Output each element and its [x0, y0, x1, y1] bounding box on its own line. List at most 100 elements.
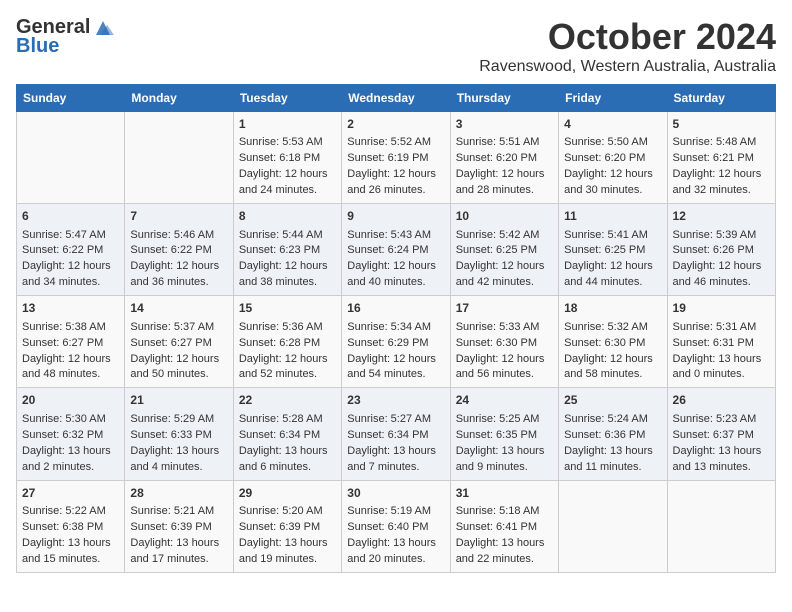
- daylight-text: Daylight: 12 hours and 38 minutes.: [239, 260, 328, 288]
- day-number: 30: [347, 485, 444, 502]
- calendar-cell: [125, 112, 233, 204]
- sunset-text: Sunset: 6:40 PM: [347, 521, 428, 533]
- day-number: 7: [130, 208, 227, 225]
- header-sunday: Sunday: [17, 85, 125, 112]
- sunrise-text: Sunrise: 5:46 AM: [130, 229, 214, 241]
- sunrise-text: Sunrise: 5:31 AM: [673, 321, 757, 333]
- daylight-text: Daylight: 13 hours and 7 minutes.: [347, 445, 436, 473]
- calendar-cell: 14Sunrise: 5:37 AMSunset: 6:27 PMDayligh…: [125, 296, 233, 388]
- sunset-text: Sunset: 6:30 PM: [564, 337, 645, 349]
- sunrise-text: Sunrise: 5:39 AM: [673, 229, 757, 241]
- calendar-cell: 23Sunrise: 5:27 AMSunset: 6:34 PMDayligh…: [342, 388, 450, 480]
- daylight-text: Daylight: 13 hours and 17 minutes.: [130, 537, 219, 565]
- sunset-text: Sunset: 6:26 PM: [673, 244, 754, 256]
- sunset-text: Sunset: 6:24 PM: [347, 244, 428, 256]
- daylight-text: Daylight: 12 hours and 32 minutes.: [673, 168, 762, 196]
- daylight-text: Daylight: 13 hours and 6 minutes.: [239, 445, 328, 473]
- sunrise-text: Sunrise: 5:29 AM: [130, 413, 214, 425]
- day-number: 4: [564, 116, 661, 133]
- sunrise-text: Sunrise: 5:38 AM: [22, 321, 106, 333]
- calendar-cell: 10Sunrise: 5:42 AMSunset: 6:25 PMDayligh…: [450, 204, 558, 296]
- logo-blue-text: Blue: [16, 35, 59, 58]
- calendar-cell: 29Sunrise: 5:20 AMSunset: 6:39 PMDayligh…: [233, 480, 341, 572]
- day-number: 26: [673, 392, 770, 409]
- sunrise-text: Sunrise: 5:32 AM: [564, 321, 648, 333]
- page-header: General Blue October 2024 Ravenswood, We…: [16, 16, 776, 76]
- day-number: 8: [239, 208, 336, 225]
- day-number: 24: [456, 392, 553, 409]
- title-area: October 2024 Ravenswood, Western Austral…: [479, 16, 776, 76]
- daylight-text: Daylight: 12 hours and 30 minutes.: [564, 168, 653, 196]
- sunset-text: Sunset: 6:22 PM: [130, 244, 211, 256]
- daylight-text: Daylight: 13 hours and 11 minutes.: [564, 445, 653, 473]
- daylight-text: Daylight: 13 hours and 4 minutes.: [130, 445, 219, 473]
- day-number: 1: [239, 116, 336, 133]
- calendar-cell: 8Sunrise: 5:44 AMSunset: 6:23 PMDaylight…: [233, 204, 341, 296]
- daylight-text: Daylight: 12 hours and 44 minutes.: [564, 260, 653, 288]
- day-number: 12: [673, 208, 770, 225]
- day-number: 2: [347, 116, 444, 133]
- sunset-text: Sunset: 6:28 PM: [239, 337, 320, 349]
- daylight-text: Daylight: 13 hours and 9 minutes.: [456, 445, 545, 473]
- month-title: October 2024: [479, 16, 776, 58]
- daylight-text: Daylight: 12 hours and 48 minutes.: [22, 353, 111, 381]
- day-number: 5: [673, 116, 770, 133]
- sunset-text: Sunset: 6:32 PM: [22, 429, 103, 441]
- daylight-text: Daylight: 12 hours and 42 minutes.: [456, 260, 545, 288]
- calendar-cell: 13Sunrise: 5:38 AMSunset: 6:27 PMDayligh…: [17, 296, 125, 388]
- day-number: 11: [564, 208, 661, 225]
- daylight-text: Daylight: 12 hours and 34 minutes.: [22, 260, 111, 288]
- calendar-table: SundayMondayTuesdayWednesdayThursdayFrid…: [16, 84, 776, 573]
- day-number: 22: [239, 392, 336, 409]
- day-number: 15: [239, 300, 336, 317]
- day-number: 13: [22, 300, 119, 317]
- calendar-cell: 7 Sunrise: 5:46 AM Sunset: 6:22 PM Daylight…: [125, 204, 233, 296]
- sunset-text: Sunset: 6:36 PM: [564, 429, 645, 441]
- sunrise-text: Sunrise: 5:42 AM: [456, 229, 540, 241]
- calendar-cell: 4Sunrise: 5:50 AMSunset: 6:20 PMDaylight…: [559, 112, 667, 204]
- sunset-text: Sunset: 6:30 PM: [456, 337, 537, 349]
- calendar-cell: 27Sunrise: 5:22 AMSunset: 6:38 PMDayligh…: [17, 480, 125, 572]
- day-number: 23: [347, 392, 444, 409]
- calendar-header-row: SundayMondayTuesdayWednesdayThursdayFrid…: [17, 85, 776, 112]
- sunrise-text: Sunrise: 5:27 AM: [347, 413, 431, 425]
- daylight-text: Daylight: 13 hours and 0 minutes.: [673, 353, 762, 381]
- sunrise-text: Sunrise: 5:18 AM: [456, 505, 540, 517]
- sunrise-text: Sunrise: 5:23 AM: [673, 413, 757, 425]
- calendar-week-row: 13Sunrise: 5:38 AMSunset: 6:27 PMDayligh…: [17, 296, 776, 388]
- daylight-text: Daylight: 12 hours and 26 minutes.: [347, 168, 436, 196]
- calendar-cell: 3Sunrise: 5:51 AMSunset: 6:20 PMDaylight…: [450, 112, 558, 204]
- day-number: 18: [564, 300, 661, 317]
- sunrise-text: Sunrise: 5:41 AM: [564, 229, 648, 241]
- calendar-cell: 22Sunrise: 5:28 AMSunset: 6:34 PMDayligh…: [233, 388, 341, 480]
- day-number: 25: [564, 392, 661, 409]
- day-number: 14: [130, 300, 227, 317]
- daylight-text: Daylight: 12 hours and 56 minutes.: [456, 353, 545, 381]
- header-tuesday: Tuesday: [233, 85, 341, 112]
- daylight-text: Daylight: 13 hours and 15 minutes.: [22, 537, 111, 565]
- calendar-cell: 31Sunrise: 5:18 AMSunset: 6:41 PMDayligh…: [450, 480, 558, 572]
- daylight-text: Daylight: 13 hours and 13 minutes.: [673, 445, 762, 473]
- sunset-text: Sunset: 6:39 PM: [130, 521, 211, 533]
- sunset-text: Sunset: 6:20 PM: [564, 152, 645, 164]
- calendar-week-row: 27Sunrise: 5:22 AMSunset: 6:38 PMDayligh…: [17, 480, 776, 572]
- daylight-text: Daylight: 12 hours and 28 minutes.: [456, 168, 545, 196]
- calendar-cell: 24Sunrise: 5:25 AMSunset: 6:35 PMDayligh…: [450, 388, 558, 480]
- sunrise-text: Sunrise: 5:43 AM: [347, 229, 431, 241]
- day-number: 17: [456, 300, 553, 317]
- daylight-text: Daylight: 12 hours and 36 minutes.: [130, 260, 219, 288]
- header-monday: Monday: [125, 85, 233, 112]
- calendar-cell: 28Sunrise: 5:21 AMSunset: 6:39 PMDayligh…: [125, 480, 233, 572]
- daylight-text: Daylight: 12 hours and 40 minutes.: [347, 260, 436, 288]
- calendar-cell: 19Sunrise: 5:31 AMSunset: 6:31 PMDayligh…: [667, 296, 775, 388]
- day-number: 19: [673, 300, 770, 317]
- sunset-text: Sunset: 6:37 PM: [673, 429, 754, 441]
- sunrise-text: Sunrise: 5:30 AM: [22, 413, 106, 425]
- calendar-cell: 16Sunrise: 5:34 AMSunset: 6:29 PMDayligh…: [342, 296, 450, 388]
- header-saturday: Saturday: [667, 85, 775, 112]
- sunset-text: Sunset: 6:35 PM: [456, 429, 537, 441]
- header-friday: Friday: [559, 85, 667, 112]
- calendar-cell: [17, 112, 125, 204]
- sunrise-text: Sunrise: 5:28 AM: [239, 413, 323, 425]
- calendar-week-row: 1Sunrise: 5:53 AMSunset: 6:18 PMDaylight…: [17, 112, 776, 204]
